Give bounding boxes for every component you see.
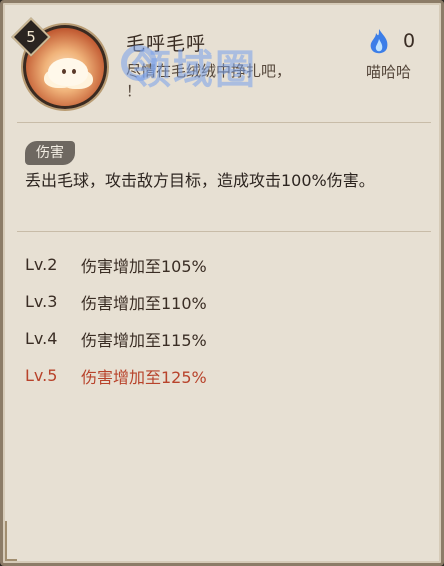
panel-corner-ornament [5,521,17,561]
skill-level: 5 [26,28,36,46]
skill-type-tag: 伤害 [25,141,75,165]
skill-header: 5 毛呼毛呼 尽情在毛绒绒中挣扎吧， ！ 喵哈哈 领域圈 0 [3,3,441,115]
level-effect: 伤害增加至110% [81,293,207,313]
level-row: Lv.4 伤害增加至115% [25,320,425,357]
level-label: Lv.2 [25,255,58,274]
skill-description: 丢出毛球，攻击敌方目标，造成攻击100%伤害。 [25,171,375,190]
level-row: Lv.2 伤害增加至105% [25,246,425,283]
level-label: Lv.4 [25,329,58,348]
level-row-current: Lv.5 伤害增加至125% [25,357,425,394]
level-row: Lv.3 伤害增加至110% [25,283,425,320]
skill-cost: 0 [403,30,416,52]
level-effect: 伤害增加至125% [81,367,207,387]
level-label: Lv.3 [25,292,58,311]
fluffball-icon [48,58,88,86]
divider [17,231,431,232]
level-effect: 伤害增加至105% [81,256,207,276]
level-list: Lv.2 伤害增加至105% Lv.3 伤害增加至110% Lv.4 伤害增加至… [25,246,425,394]
watermark: 领域圈 [131,47,257,93]
level-effect: 伤害增加至115% [81,330,207,350]
skill-panel: 5 毛呼毛呼 尽情在毛绒绒中挣扎吧， ！ 喵哈哈 领域圈 0 伤害 丢出毛球，攻… [0,0,444,566]
level-label: Lv.5 [25,366,58,385]
divider [17,122,431,123]
skill-quote-tail: 喵哈哈 [365,63,411,81]
spirit-fire-icon [370,29,388,54]
